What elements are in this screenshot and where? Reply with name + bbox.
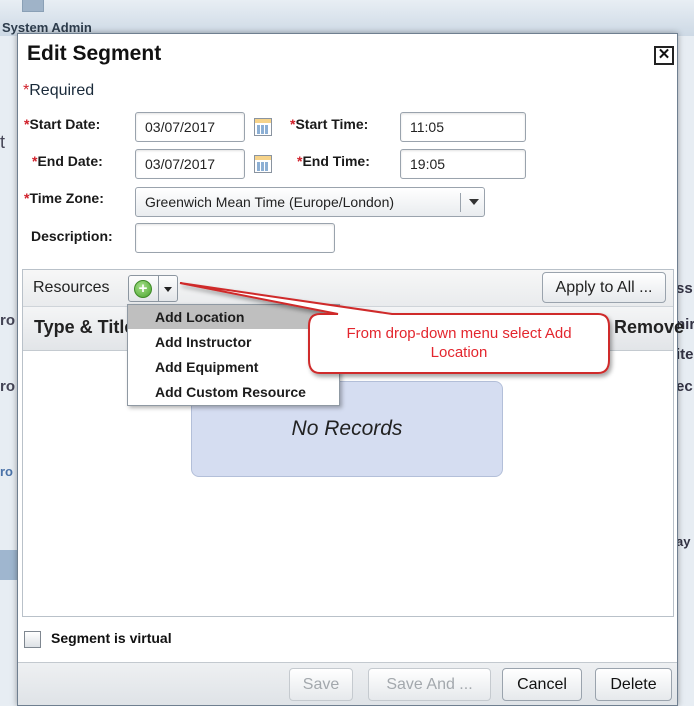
save-and-button[interactable]: Save And ... [368, 668, 491, 701]
menu-item-add-custom-resource[interactable]: Add Custom Resource [128, 380, 339, 404]
edit-segment-dialog: Edit Segment ✕ *Required *Start Date: 03… [17, 33, 684, 706]
bg-fragment: ro [0, 312, 15, 329]
bg-fragment: ec [676, 378, 693, 395]
time-zone-value: Greenwich Mean Time (Europe/London) [145, 194, 395, 210]
start-time-field[interactable]: 11:05 [400, 112, 526, 142]
column-type-title[interactable]: Type & Title [34, 317, 134, 338]
column-remove[interactable]: Remove [614, 317, 684, 338]
bg-fragment: t [0, 132, 6, 152]
bg-fragment: ite [676, 346, 694, 363]
bg-fragment: ro [0, 464, 13, 479]
description-field[interactable] [135, 223, 335, 253]
add-resource-menu: Add Location Add Instructor Add Equipmen… [127, 304, 340, 406]
apply-to-all-button[interactable]: Apply to All ... [542, 272, 666, 303]
description-label: Description: [31, 228, 113, 244]
segment-virtual-checkbox[interactable] [24, 631, 41, 648]
end-date-calendar-icon[interactable] [254, 155, 272, 173]
bg-fragment: ro [0, 378, 15, 395]
button-divider [158, 276, 159, 301]
delete-button[interactable]: Delete [595, 668, 672, 701]
add-resource-button[interactable]: + [128, 275, 178, 302]
select-divider [460, 193, 461, 212]
start-date-field[interactable]: 03/07/2017 [135, 112, 245, 142]
dropdown-arrow-icon[interactable] [164, 287, 172, 292]
end-time-label: *End Time: [297, 153, 370, 169]
admin-icon [22, 0, 44, 12]
required-note: *Required [23, 82, 95, 99]
plus-circle-icon: + [134, 280, 152, 298]
dialog-footer: Save Save And ... Cancel Delete [18, 662, 677, 705]
resources-toolbar: Resources + Apply to All ... [23, 270, 673, 307]
menu-item-add-equipment[interactable]: Add Equipment [128, 355, 339, 379]
save-button[interactable]: Save [289, 668, 353, 701]
bg-fragment: ss [676, 280, 693, 297]
resources-panel: Resources + Apply to All ... Type & Titl… [22, 269, 684, 617]
end-date-label: *End Date: [32, 153, 103, 169]
start-time-label: *Start Time: [290, 116, 369, 132]
resources-label: Resources [33, 279, 110, 296]
cancel-button[interactable]: Cancel [502, 668, 582, 701]
time-zone-label: *Time Zone: [24, 190, 104, 206]
chevron-down-icon [469, 199, 479, 205]
time-zone-select[interactable]: Greenwich Mean Time (Europe/London) [135, 187, 485, 217]
end-time-field[interactable]: 19:05 [400, 149, 526, 179]
dialog-title: Edit Segment [27, 42, 162, 65]
segment-virtual-label: Segment is virtual [51, 630, 172, 646]
bg-fragment: ay [676, 534, 691, 549]
end-date-field[interactable]: 03/07/2017 [135, 149, 245, 179]
close-icon: ✕ [657, 46, 671, 63]
annotation-text: From drop-down menu select Add Location [346, 325, 572, 361]
menu-item-add-location[interactable]: Add Location [128, 305, 339, 329]
start-date-label: *Start Date: [24, 116, 101, 132]
start-date-calendar-icon[interactable] [254, 118, 272, 136]
close-button[interactable]: ✕ [654, 46, 674, 65]
background-header: System Admin [0, 0, 694, 36]
menu-item-add-instructor[interactable]: Add Instructor [128, 330, 339, 354]
